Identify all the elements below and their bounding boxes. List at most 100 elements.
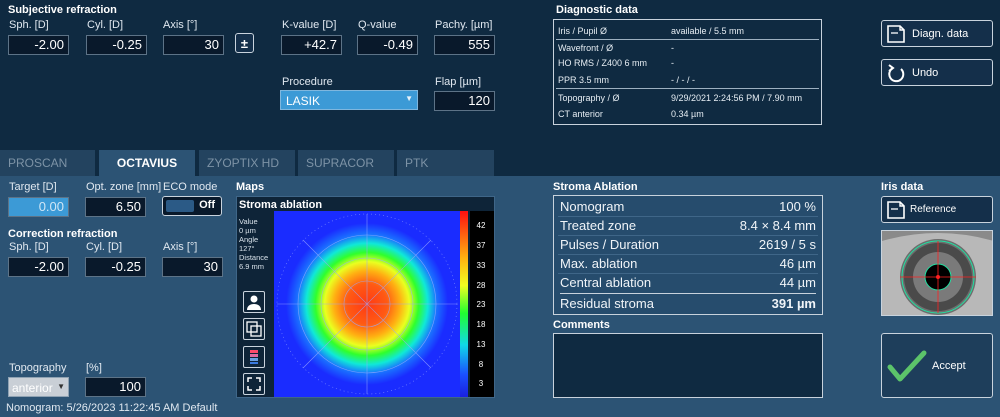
stroma-row-value: 8.4 × 8.4 mm	[739, 218, 816, 233]
stroma-ablation-table: Nomogram 100 % Treated zone 8.4 × 8.4 mm P…	[553, 195, 823, 315]
iris-image[interactable]	[881, 230, 993, 316]
diag-row-label: HO RMS / Z400 6 mm	[558, 58, 648, 68]
tab-octavius[interactable]: OCTAVIUS	[99, 150, 195, 176]
stroma-ablation-map[interactable]: Stroma ablation Value 0 µm Angle 127° Di…	[236, 196, 495, 398]
scale-label: 18	[476, 320, 486, 329]
expand-button[interactable]	[243, 373, 265, 395]
scale-label: 37	[476, 241, 486, 250]
procedure-select-value: LASIK	[286, 94, 321, 108]
diagnostic-data-table: Iris / Pupil Ø available / 5.5 mm Wavefr…	[553, 19, 822, 125]
map-info: Value 0 µm Angle 127° Distance 6.9 mm	[239, 217, 268, 271]
scale-label: 3	[478, 379, 484, 388]
reference-label: Reference	[910, 204, 957, 215]
corr-axis-input[interactable]: 30	[162, 257, 223, 277]
person-icon	[247, 295, 261, 310]
chevron-down-icon: ▼	[57, 382, 65, 391]
document-icon	[887, 24, 905, 43]
correction-refraction-title: Correction refraction	[8, 228, 118, 240]
user-view-button[interactable]	[243, 291, 265, 313]
diag-row-label: Wavefront / Ø	[558, 43, 614, 53]
octavius-panel	[0, 176, 1000, 417]
topography-select[interactable]: anterior ▼	[8, 377, 69, 397]
corr-sph-input[interactable]: -2.00	[8, 257, 69, 277]
nomogram-footer: Nomogram: 5/26/2023 11:22:45 AM Default	[6, 402, 218, 414]
residual-stroma-row: Residual stroma 391 µm	[560, 293, 816, 312]
target-label: Target [D]	[9, 181, 57, 193]
map-info-line: 6.9 mm	[239, 262, 265, 271]
k-value-label: K-value [D]	[282, 19, 337, 31]
target-input[interactable]: 0.00	[8, 197, 69, 217]
opt-zone-input[interactable]: 6.50	[85, 197, 146, 217]
stroma-row: Central ablation 44 µm	[560, 273, 816, 292]
diagn-data-label: Diagn. data	[912, 27, 969, 40]
eco-mode-label: ECO mode	[163, 181, 218, 193]
corr-cyl-label: Cyl. [D]	[86, 241, 123, 253]
stroma-row-value: 2619 / 5 s	[758, 237, 816, 252]
map-info-line: Angle	[239, 235, 259, 244]
diag-row-label: Topography / Ø	[558, 93, 620, 103]
sph-label: Sph. [D]	[9, 19, 49, 31]
color-scale-bar	[460, 211, 468, 397]
tab-ptk[interactable]: PTK	[397, 150, 494, 176]
chevron-down-icon: ▼	[405, 94, 413, 103]
corr-axis-label: Axis [°]	[163, 241, 198, 253]
maps-title: Maps	[236, 181, 265, 193]
diag-row-value: - / - / -	[671, 75, 695, 85]
undo-label: Undo	[912, 66, 939, 79]
scale-labels: 42 37 33 28 23 18 13 8 3	[470, 211, 494, 397]
diag-row-value: -	[671, 43, 674, 53]
layers-button[interactable]	[243, 318, 265, 340]
scale-label: 23	[476, 300, 486, 309]
q-value-input[interactable]: -0.49	[357, 35, 418, 55]
diag-row-label: Iris / Pupil Ø	[558, 26, 608, 36]
percent-input[interactable]: 100	[85, 377, 146, 397]
map-info-line: 0 µm	[239, 226, 256, 235]
diag-row-value: 0.34 µm	[671, 109, 704, 119]
stroma-row-label: Residual stroma	[560, 296, 654, 311]
flap-input[interactable]: 120	[434, 91, 495, 111]
diag-row-label: CT anterior	[558, 109, 603, 119]
checkmark-icon	[887, 350, 927, 381]
eye-icon	[882, 231, 992, 315]
corr-sph-label: Sph. [D]	[9, 241, 49, 253]
tab-supracor[interactable]: SUPRACOR	[298, 150, 394, 176]
accept-button[interactable]: Accept	[881, 333, 993, 398]
topography-label: Topography	[9, 362, 67, 374]
map-info-line: Value	[239, 217, 258, 226]
stroma-row-label: Max. ablation	[560, 256, 638, 271]
opt-zone-label: Opt. zone [mm]	[86, 181, 162, 193]
q-value-label: Q-value	[358, 19, 397, 31]
undo-icon	[888, 63, 905, 82]
pachy-input[interactable]: 555	[434, 35, 495, 55]
plus-minus-toggle-button[interactable]: ±	[235, 33, 254, 53]
eco-mode-state: Off	[199, 199, 215, 211]
document-icon	[887, 200, 905, 219]
k-value-input[interactable]: +42.7	[281, 35, 342, 55]
eco-mode-toggle[interactable]: Off	[162, 196, 222, 216]
scale-label: 13	[476, 340, 486, 349]
stroma-row-label: Pulses / Duration	[560, 237, 659, 252]
corr-cyl-input[interactable]: -0.25	[85, 257, 146, 277]
scale-label: 42	[476, 221, 486, 230]
ablation-heatmap	[274, 211, 460, 397]
color-scale-button[interactable]	[243, 346, 265, 368]
undo-button[interactable]: Undo	[881, 59, 993, 86]
sph-input[interactable]: -2.00	[8, 35, 69, 55]
percent-label: [%]	[86, 362, 102, 374]
reference-button[interactable]: Reference	[881, 196, 993, 223]
tab-proscan[interactable]: PROSCAN	[0, 150, 95, 176]
residual-stroma-value: 391 µm	[771, 296, 816, 311]
procedure-label: Procedure	[282, 76, 333, 88]
diagnostic-data-title: Diagnostic data	[556, 4, 638, 16]
flap-label: Flap [µm]	[435, 76, 482, 88]
tab-zyoptix-hd[interactable]: ZYOPTIX HD	[199, 150, 295, 176]
stroma-row-value: 44 µm	[779, 275, 816, 290]
cyl-input[interactable]: -0.25	[86, 35, 147, 55]
stroma-row: Treated zone 8.4 × 8.4 mm	[560, 216, 816, 235]
stroma-row-label: Central ablation	[560, 275, 652, 290]
layers-icon	[246, 321, 262, 337]
axis-input[interactable]: 30	[163, 35, 224, 55]
procedure-select[interactable]: LASIK ▼	[280, 90, 418, 110]
diagn-data-button[interactable]: Diagn. data	[881, 20, 993, 47]
comments-textarea[interactable]	[553, 333, 823, 398]
